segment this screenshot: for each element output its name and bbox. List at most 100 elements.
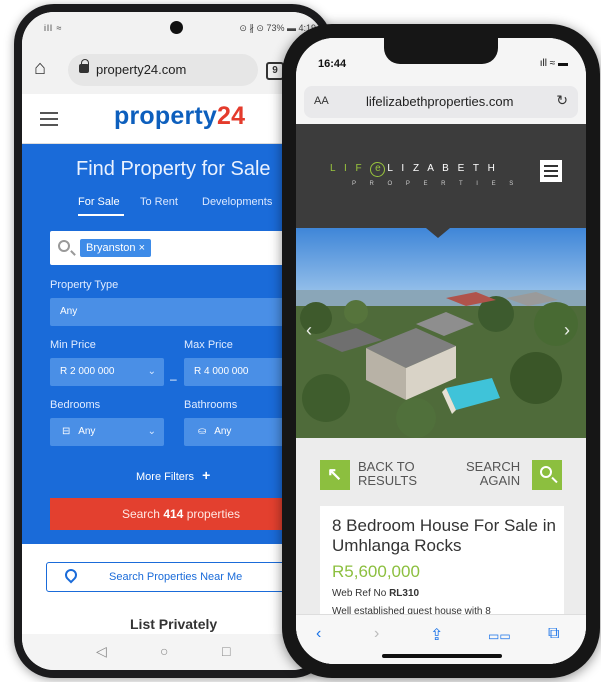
home-icon[interactable]: ⌂ xyxy=(34,58,46,78)
iphone-notch xyxy=(384,38,498,64)
bathrooms-label: Bathrooms xyxy=(184,399,238,411)
more-filters-button[interactable]: More Filters + xyxy=(136,467,210,483)
back-label-line2: RESULTS xyxy=(358,473,417,488)
back-to-results-button[interactable]: ↖ xyxy=(320,460,350,490)
hamburger-menu-icon[interactable] xyxy=(540,160,562,182)
hamburger-menu-icon[interactable] xyxy=(40,112,58,126)
chevron-down-icon: ⌄ xyxy=(147,426,156,437)
logo-subtitle: P R O P E R T I E S xyxy=(352,181,520,187)
address-bar[interactable]: AA lifelizabethproperties.com ↻ xyxy=(304,86,578,118)
lock-icon xyxy=(79,59,89,73)
search-title: Find Property for Sale xyxy=(76,158,271,180)
logo-elizabeth: L I Z A B E T H xyxy=(387,163,498,174)
android-screen: ill ≈ ⊙ ∦ ⊙ 73% ▬ 4:19 ⌂ property24.com … xyxy=(22,12,324,670)
search-icon xyxy=(540,466,552,478)
web-ref-value: RL310 xyxy=(389,588,420,599)
property24-header: property24 xyxy=(22,94,324,144)
tab-developments[interactable]: Developments xyxy=(202,196,272,208)
life-elizabeth-logo[interactable]: L I F eL I Z A B E T H xyxy=(330,162,498,177)
search-label-line2: AGAIN xyxy=(479,473,521,488)
iphone: 16:44 ıll ≈ ▬ AA lifelizabethproperties.… xyxy=(282,24,600,678)
near-me-label: Search Properties Near Me xyxy=(109,571,243,583)
address-text: property24.com xyxy=(96,62,187,77)
safari-toolbar: ‹ › ⇪ ▭▭ ⧉ xyxy=(296,614,586,664)
back-to-results-label[interactable]: BACK TO RESULTS xyxy=(358,460,417,488)
address-text: lifelizabethproperties.com xyxy=(366,94,514,109)
bed-icon: ⊟ xyxy=(62,426,71,437)
search-label-line1: SEARCH xyxy=(466,459,521,474)
web-ref: Web Ref No RL310 xyxy=(332,588,419,599)
iphone-screen: 16:44 ıll ≈ ▬ AA lifelizabethproperties.… xyxy=(296,38,586,664)
min-price-value: R 2 000 000 xyxy=(60,366,115,377)
web-ref-label: Web Ref No xyxy=(332,588,387,599)
forward-icon[interactable]: › xyxy=(374,625,379,643)
logo-life: L I F xyxy=(330,163,365,174)
home-nav-icon[interactable]: ○ xyxy=(160,643,168,659)
search-again-label[interactable]: SEARCH AGAIN xyxy=(466,460,520,488)
address-bar[interactable]: property24.com xyxy=(68,54,258,86)
listing-price: R5,600,000 xyxy=(332,562,420,581)
property-type-label: Property Type xyxy=(50,279,119,291)
android-nav-bar: ◁ ○ □ xyxy=(22,634,324,670)
bookmarks-icon[interactable]: ▭▭ xyxy=(488,629,511,643)
listing-title: 8 Bedroom House For Sale in Umhlanga Roc… xyxy=(332,516,556,555)
logo-e-circle: e xyxy=(370,162,386,177)
max-price-label: Max Price xyxy=(184,339,233,351)
search-near-me-button[interactable]: Search Properties Near Me xyxy=(46,562,314,592)
next-photo-icon[interactable]: › xyxy=(564,320,570,341)
android-status-bar: ill ≈ ⊙ ∦ ⊙ 73% ▬ 4:19 xyxy=(22,12,324,44)
home-indicator xyxy=(382,654,502,658)
search-properties-button[interactable]: Search 414 properties xyxy=(50,498,312,530)
active-tab-indicator xyxy=(78,214,124,216)
previous-photo-icon[interactable]: ‹ xyxy=(306,320,312,341)
recents-nav-icon[interactable]: □ xyxy=(222,643,230,659)
more-filters-label: More Filters xyxy=(136,471,195,483)
logo-word: property xyxy=(114,102,218,130)
share-icon[interactable]: ⇪ xyxy=(430,625,443,645)
search-panel: Find Property for Sale For Sale To Rent … xyxy=(22,144,324,544)
back-icon[interactable]: ‹ xyxy=(316,625,321,643)
front-camera-icon xyxy=(170,21,183,34)
bath-icon: ⛀ xyxy=(198,426,207,437)
list-privately-link[interactable]: List Privately xyxy=(130,616,217,632)
property24-logo[interactable]: property24 xyxy=(114,102,245,131)
bedrooms-label: Bedrooms xyxy=(50,399,101,411)
back-label-line1: BACK TO xyxy=(358,459,415,474)
aerial-house-image xyxy=(296,228,586,438)
price-range-dash: – xyxy=(170,372,177,386)
min-price-select[interactable]: R 2 000 000 ⌄ xyxy=(50,358,164,386)
logo-number: 24 xyxy=(217,102,246,130)
property-type-select[interactable]: Any xyxy=(50,298,312,326)
search-button-suffix: properties xyxy=(186,507,241,521)
reload-icon[interactable]: ↻ xyxy=(556,92,568,109)
search-button-count: 414 xyxy=(163,507,184,521)
bedrooms-value: Any xyxy=(78,426,96,437)
search-again-button[interactable] xyxy=(532,460,562,490)
property-type-value: Any xyxy=(60,306,78,317)
android-browser-bar: ⌂ property24.com 9 xyxy=(22,44,324,94)
tabs-icon[interactable]: ⧉ xyxy=(548,625,559,643)
plus-icon: + xyxy=(202,467,211,483)
status-time: 16:44 xyxy=(318,58,347,70)
property-photo[interactable]: ‹ › xyxy=(296,228,586,438)
location-chip[interactable]: Bryanston × xyxy=(80,239,152,257)
search-icon xyxy=(58,240,70,252)
signal-icon: ill ≈ xyxy=(44,23,63,33)
chevron-down-icon: ⌄ xyxy=(147,366,156,377)
tab-to-rent[interactable]: To Rent xyxy=(140,196,178,208)
back-nav-icon[interactable]: ◁ xyxy=(96,643,107,660)
bedrooms-select[interactable]: ⊟ Any ⌄ xyxy=(50,418,164,446)
status-icons: ıll ≈ ▬ xyxy=(539,58,568,69)
safari-address-bar: AA lifelizabethproperties.com ↻ xyxy=(296,84,586,124)
life-elizabeth-header: L I F eL I Z A B E T H P R O P E R T I E… xyxy=(296,124,586,228)
search-button-prefix: Search xyxy=(121,507,160,521)
arrow-up-left-icon: ↖ xyxy=(327,464,343,484)
location-search-input[interactable]: Bryanston × xyxy=(50,231,310,265)
location-pin-icon xyxy=(62,566,80,584)
header-pointer xyxy=(426,228,450,238)
min-price-label: Min Price xyxy=(50,339,96,351)
tab-for-sale[interactable]: For Sale xyxy=(78,196,120,208)
bathrooms-value: Any xyxy=(214,426,232,437)
text-size-button[interactable]: AA xyxy=(314,95,329,107)
max-price-value: R 4 000 000 xyxy=(194,366,249,377)
